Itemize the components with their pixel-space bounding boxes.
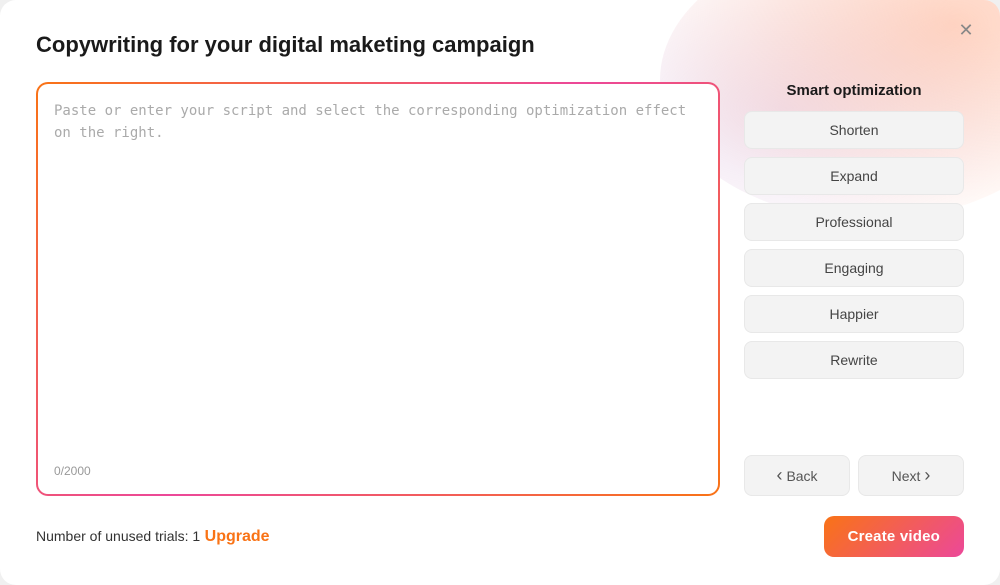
opt-btn-happier[interactable]: Happier: [744, 295, 964, 333]
back-button[interactable]: Back: [744, 455, 850, 496]
next-button[interactable]: Next: [858, 455, 964, 496]
trials-text: Number of unused trials: 1: [36, 528, 200, 544]
optimization-buttons: Shorten Expand Professional Engaging Hap…: [744, 111, 964, 445]
opt-btn-expand[interactable]: Expand: [744, 157, 964, 195]
create-video-button[interactable]: Create video: [824, 516, 964, 557]
textarea-wrapper: 0/2000: [36, 82, 720, 496]
page-title: Copywriting for your digital maketing ca…: [36, 32, 964, 58]
chevron-left-icon: [776, 465, 782, 486]
trials-info: Number of unused trials: 1 Upgrade: [36, 528, 270, 546]
modal-container: ✕ Copywriting for your digital maketing …: [0, 0, 1000, 585]
chevron-right-icon: [924, 465, 930, 486]
upgrade-link[interactable]: Upgrade: [205, 528, 270, 545]
char-count: 0/2000: [54, 464, 702, 478]
nav-row: Back Next: [744, 455, 964, 496]
opt-btn-shorten[interactable]: Shorten: [744, 111, 964, 149]
script-input[interactable]: [54, 100, 702, 456]
next-label: Next: [892, 468, 921, 484]
optimization-panel: Smart optimization Shorten Expand Profes…: [744, 82, 964, 496]
close-button[interactable]: ✕: [952, 16, 980, 44]
opt-btn-engaging[interactable]: Engaging: [744, 249, 964, 287]
back-label: Back: [786, 468, 817, 484]
opt-btn-rewrite[interactable]: Rewrite: [744, 341, 964, 379]
footer: Number of unused trials: 1 Upgrade Creat…: [36, 516, 964, 557]
opt-btn-professional[interactable]: Professional: [744, 203, 964, 241]
optimization-title: Smart optimization: [744, 82, 964, 99]
content-row: 0/2000 Smart optimization Shorten Expand…: [36, 82, 964, 496]
